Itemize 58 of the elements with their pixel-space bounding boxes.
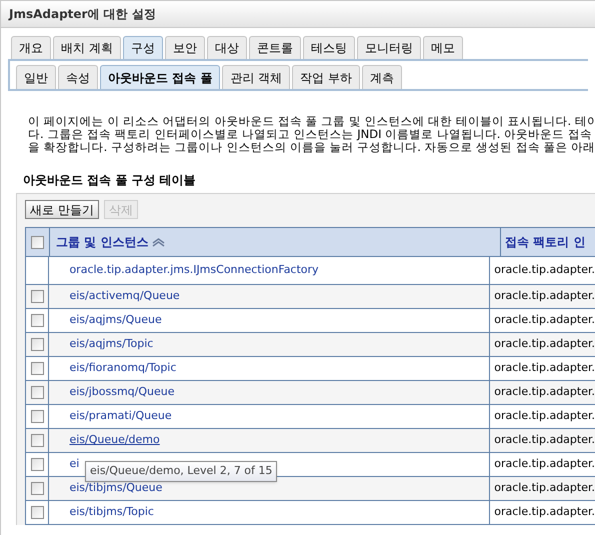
table-cell-text: oracle.tip.adapter.: [494, 456, 595, 472]
toolbar-button[interactable]: 새로 만들기: [25, 200, 99, 219]
table-cell-text: oracle.tip.adapter.: [494, 360, 595, 376]
column-header[interactable]: 그룹 및 인스턴스: [56, 233, 148, 251]
table-title: 아웃바운드 접속 풀 구성 테이블: [22, 172, 197, 189]
column-header[interactable]: 접속 팩토리 인: [505, 233, 586, 251]
description-text: 이 페이지에는 이 리소스 어댑터의 아웃바운드 접속 풀 그룹 및 인스턴스에 대한 테이블이 표시됩니다. 테이: [28, 115, 595, 128]
table-cell-text: oracle.tip.adapter.: [494, 432, 595, 448]
subtab[interactable]: 작업 부하: [292, 65, 360, 89]
table-cell-text: oracle.tip.adapter.: [494, 408, 595, 424]
checkbox[interactable]: [30, 482, 44, 495]
instance-link[interactable]: eis/aqjms/Topic: [69, 336, 154, 353]
tab[interactable]: 메모: [422, 36, 463, 59]
instance-link[interactable]: eis/aqjms/Queue: [69, 312, 162, 329]
tab[interactable]: 테스팅: [302, 36, 355, 59]
checkbox[interactable]: [30, 386, 44, 399]
table-cell-text: oracle.tip.adapter.: [494, 336, 595, 352]
tooltip: eis/Queue/demo, Level 2, 7 of 15: [85, 461, 278, 482]
subtab[interactable]: 속성: [58, 65, 98, 89]
table-cell-text: oracle.tip.adapter.: [494, 262, 595, 278]
tab[interactable]: 보안: [164, 36, 205, 59]
sort-ascending-icon[interactable]: [152, 238, 166, 246]
table-cell-text: oracle.tip.adapter.: [494, 504, 595, 520]
table-cell-text: oracle.tip.adapter.: [494, 480, 595, 496]
checkbox[interactable]: [30, 506, 44, 519]
checkbox[interactable]: [30, 434, 44, 447]
checkbox[interactable]: [30, 314, 44, 327]
tab[interactable]: 배치 계획: [53, 36, 121, 59]
checkbox[interactable]: [30, 458, 44, 471]
subtab[interactable]: 관리 객체: [222, 65, 290, 89]
checkbox[interactable]: [30, 410, 44, 423]
checkbox[interactable]: [30, 362, 44, 375]
table-cell-text: oracle.tip.adapter.: [494, 384, 595, 400]
checkbox[interactable]: [30, 338, 44, 351]
instance-link[interactable]: eis/fioranomq/Topic: [69, 360, 176, 377]
table-cell-text: oracle.tip.adapter.: [494, 288, 595, 304]
tab[interactable]: 모니터링: [356, 36, 421, 59]
instance-link[interactable]: eis/activemq/Queue: [69, 288, 180, 305]
checkbox[interactable]: [31, 236, 44, 248]
subtab[interactable]: 일반: [16, 65, 56, 89]
instance-link[interactable]: eis/jbossmq/Queue: [69, 384, 174, 401]
subtab[interactable]: 계측: [362, 65, 402, 89]
instance-link[interactable]: eis/pramati/Queue: [69, 408, 172, 425]
instance-link[interactable]: oracle.tip.adapter.jms.IJmsConnectionFactory: [69, 262, 319, 279]
tab[interactable]: 개요: [11, 36, 51, 59]
instance-link[interactable]: ei: [69, 456, 80, 473]
checkbox[interactable]: [30, 290, 44, 303]
description-text: 다. 그룹은 접속 팩토리 인터페이스별로 나열되고 인스턴스는 JNDI 이름별로 나열됩니다. 아웃바운드 접속: [28, 128, 593, 141]
tab[interactable]: 콘트롤: [248, 36, 301, 59]
window-title: JmsAdapter에 대한 설정: [1, 0, 595, 28]
instance-link[interactable]: eis/tibjms/Queue: [69, 480, 162, 497]
table-cell-text: oracle.tip.adapter.: [494, 312, 595, 328]
instance-link[interactable]: eis/tibjms/Topic: [69, 504, 154, 521]
tab[interactable]: 구성: [122, 36, 163, 59]
description-text: 을 확장합니다. 구성하려는 그룹이나 인스턴스의 이름을 눌러 구성합니다. 자동으로 생성된 접속 풀은 아래: [28, 141, 595, 154]
tab[interactable]: 대상: [206, 36, 247, 59]
subtab[interactable]: 아웃바운드 접속 풀: [100, 65, 220, 89]
instance-link[interactable]: eis/Queue/demo: [69, 432, 160, 449]
